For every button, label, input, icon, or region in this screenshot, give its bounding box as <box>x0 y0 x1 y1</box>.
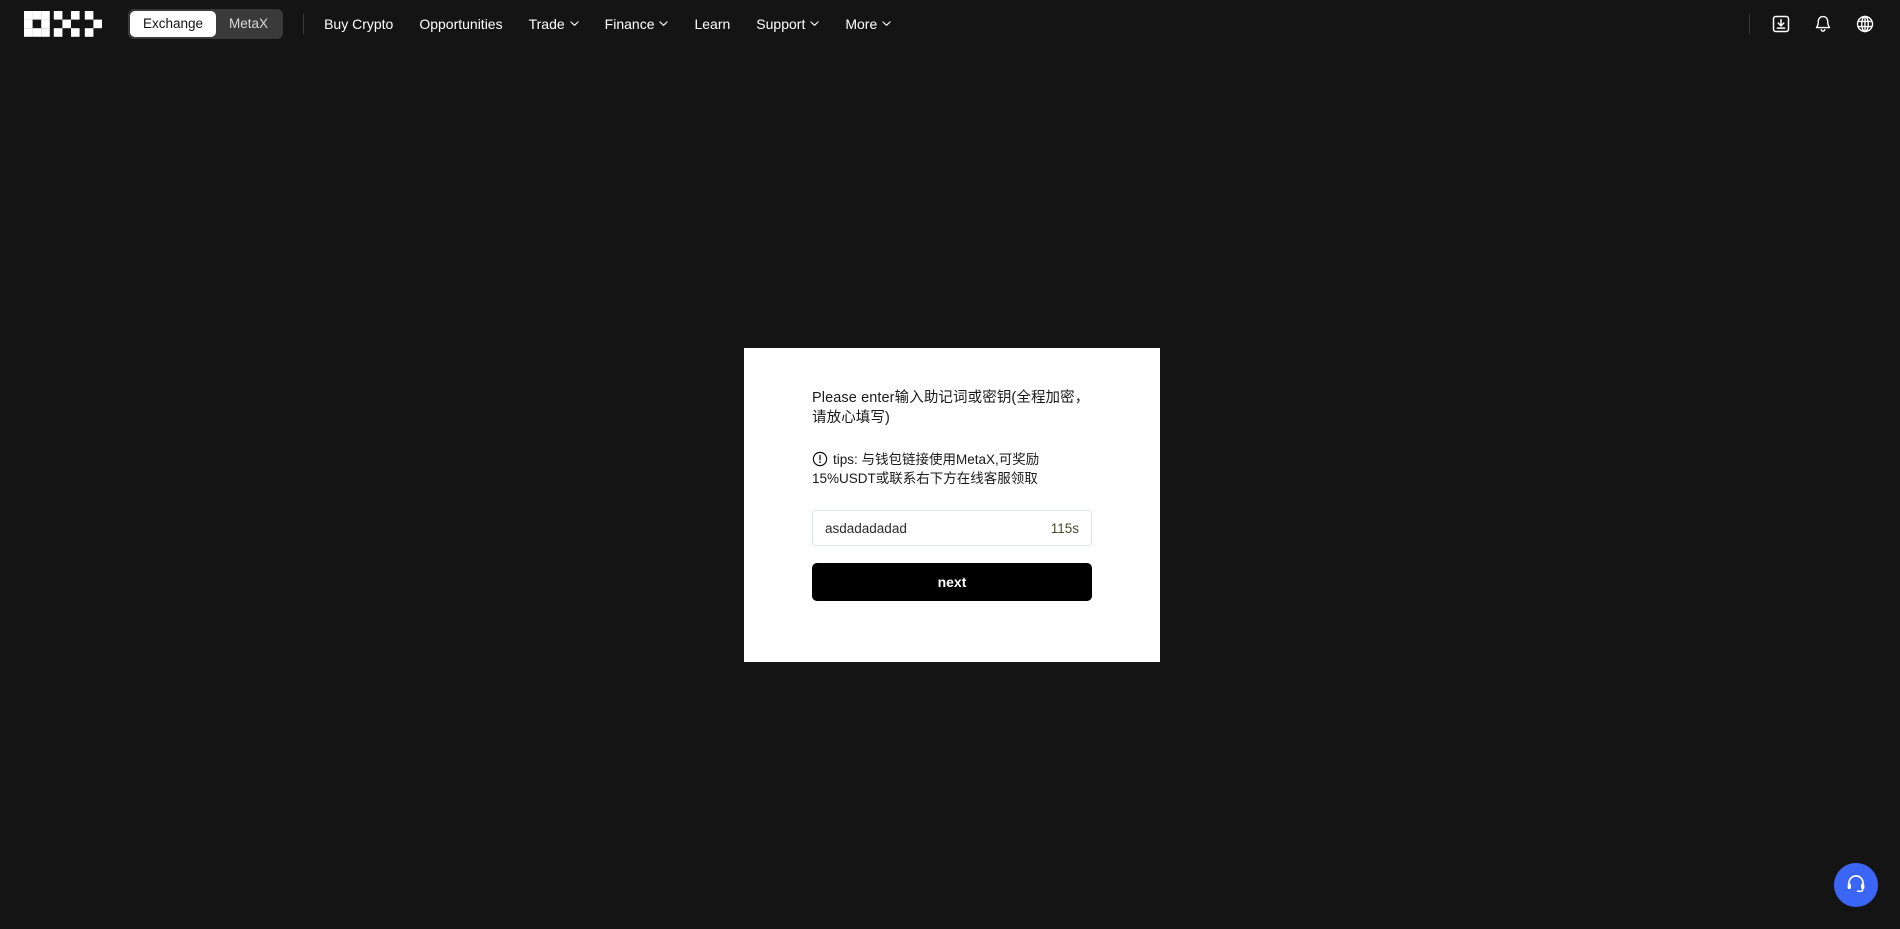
nav-item-opportunities[interactable]: Opportunities <box>419 17 502 31</box>
nav-item-finance[interactable]: Finance <box>605 17 669 31</box>
nav-label: Support <box>756 16 806 32</box>
download-app-icon[interactable] <box>1770 13 1792 35</box>
switcher-exchange[interactable]: Exchange <box>130 11 217 37</box>
seed-phrase-input-value: asdadadadad <box>825 520 907 536</box>
product-switcher: Exchange MetaX <box>128 9 284 39</box>
card-title: Please enter输入助记词或密钥(全程加密，请放心填写) <box>812 390 1090 426</box>
header-actions-divider <box>1749 14 1750 34</box>
bell-icon[interactable] <box>1812 13 1834 35</box>
nav-item-trade[interactable]: Trade <box>529 17 579 31</box>
chevron-down-icon <box>569 19 579 28</box>
countdown-timer: 115s <box>1050 520 1079 536</box>
chevron-down-icon <box>882 19 891 28</box>
nav-label: Buy Crypto <box>324 16 394 32</box>
next-button[interactable]: next <box>812 563 1092 601</box>
nav-item-more[interactable]: More <box>845 17 891 31</box>
nav-item-buy-crypto[interactable]: Buy Crypto <box>324 17 393 31</box>
nav-item-learn[interactable]: Learn <box>694 17 730 31</box>
nav-label: More <box>845 16 878 32</box>
seed-phrase-input[interactable]: asdadadadad 115s <box>812 510 1092 546</box>
chevron-down-icon <box>659 19 669 28</box>
okx-logo[interactable] <box>24 11 102 37</box>
exclamation-circle-icon <box>812 451 828 467</box>
headset-icon <box>1845 872 1867 899</box>
main-nav: Buy Crypto Opportunities Trade Finance L… <box>324 17 891 31</box>
top-navigation-bar: Exchange MetaX Buy Crypto Opportunities … <box>0 0 1900 48</box>
switcher-metax-label: MetaX <box>229 16 269 32</box>
globe-icon[interactable] <box>1854 13 1876 35</box>
header-divider <box>303 14 305 34</box>
header-actions <box>1749 13 1876 35</box>
tips-message: tips: 与钱包链接使用MetaX,可奖励15%USDT或联系右下方在线客服领… <box>812 450 1092 488</box>
page-body: Please enter输入助记词或密钥(全程加密，请放心填写) tips: 与… <box>0 48 1900 929</box>
switcher-exchange-label: Exchange <box>143 16 204 32</box>
tips-text: tips: 与钱包链接使用MetaX,可奖励15%USDT或联系右下方在线客服领… <box>812 452 1040 486</box>
chevron-down-icon <box>810 19 820 28</box>
switcher-metax[interactable]: MetaX <box>216 11 281 37</box>
nav-item-support[interactable]: Support <box>756 16 820 32</box>
nav-label: Finance <box>604 16 655 32</box>
nav-label: Opportunities <box>419 16 503 32</box>
nav-label: Trade <box>528 16 565 32</box>
support-chat-button[interactable] <box>1834 863 1878 907</box>
nav-label: Learn <box>694 16 731 32</box>
seed-phrase-card: Please enter输入助记词或密钥(全程加密，请放心填写) tips: 与… <box>744 348 1160 662</box>
